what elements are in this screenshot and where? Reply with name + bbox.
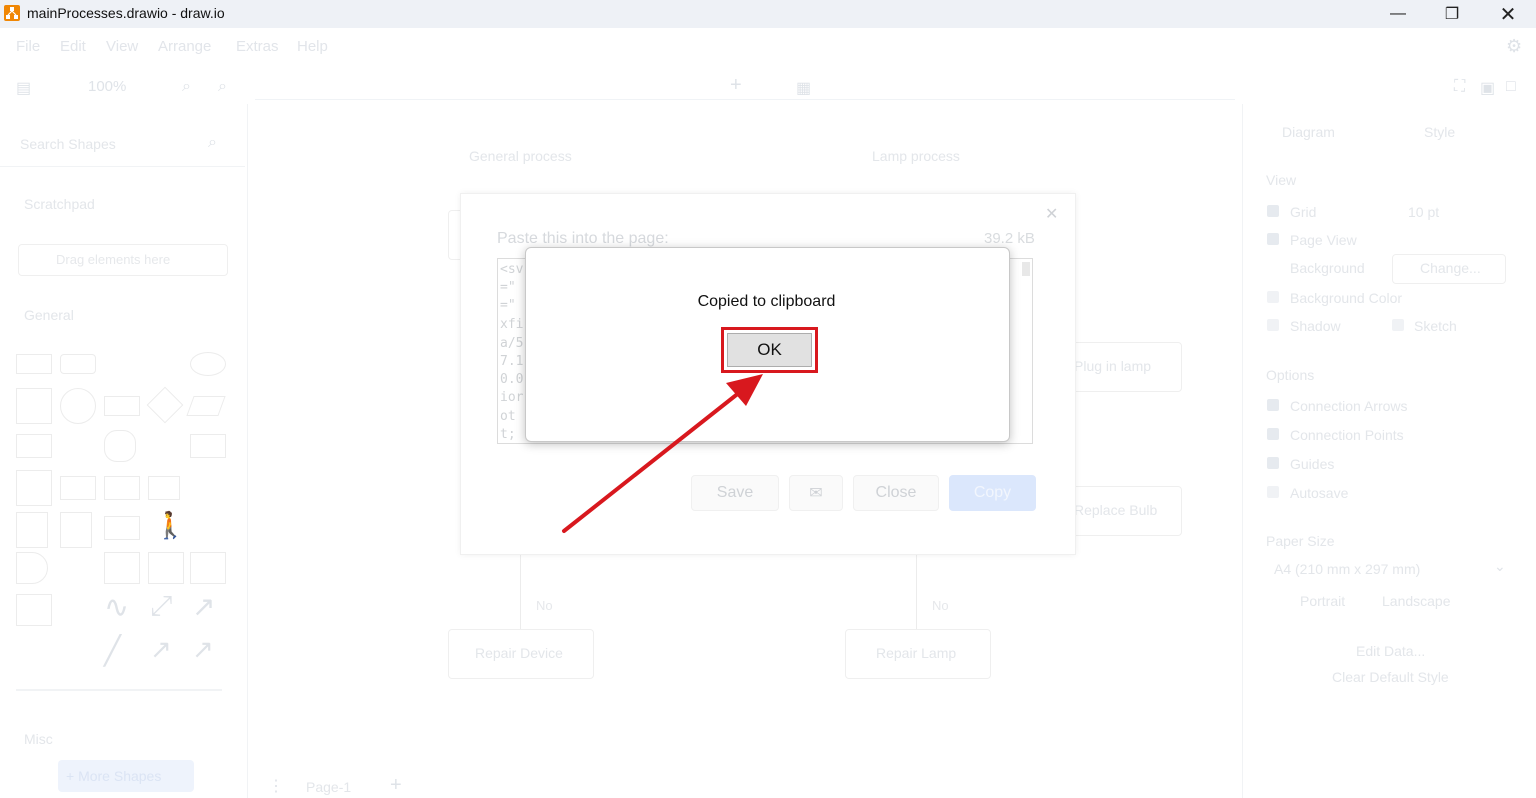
annotation-arrow — [562, 374, 763, 533]
